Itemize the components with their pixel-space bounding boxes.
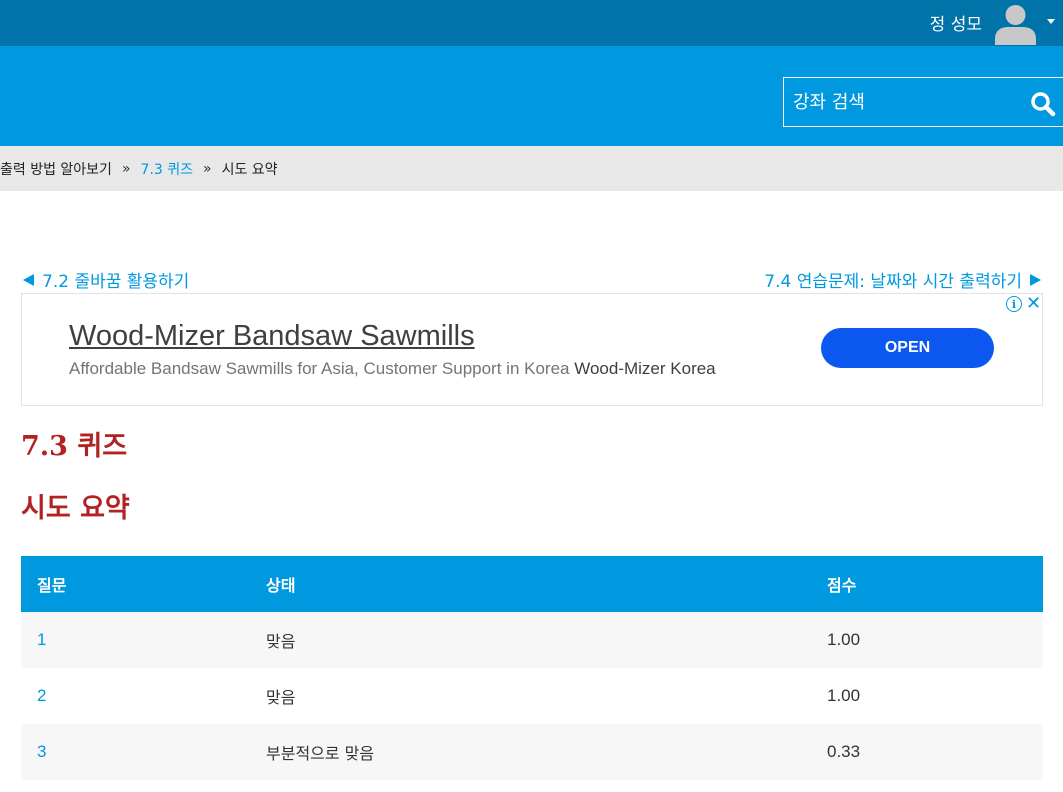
- triangle-left-icon: [23, 273, 34, 286]
- site-header: [0, 46, 1063, 146]
- breadcrumb-item-current: 시도 요약: [221, 161, 278, 178]
- search-input[interactable]: [784, 78, 1020, 126]
- table-header-row: 질문 상태 점수: [21, 556, 1043, 612]
- user-avatar-icon[interactable]: [993, 1, 1038, 45]
- caret-down-icon[interactable]: [1047, 19, 1055, 24]
- user-name[interactable]: 정 성모: [930, 10, 982, 35]
- column-header-score: 점수: [827, 576, 857, 595]
- next-activity-label: 7.4 연습문제: 날짜와 시간 출력하기: [764, 272, 1022, 292]
- breadcrumb-item-quiz[interactable]: 7.3 퀴즈: [141, 159, 193, 179]
- question-score: 0.33: [827, 742, 861, 761]
- table-row: 2 맞음 1.00: [21, 668, 1043, 724]
- table-row: 3 부분적으로 맞음 0.33: [21, 724, 1043, 780]
- prev-activity-link[interactable]: 7.2 줄바꿈 활용하기: [23, 267, 189, 292]
- question-number-link[interactable]: 3: [37, 742, 46, 762]
- attempt-summary-table: 질문 상태 점수 1 맞음 1.00 2 맞음 1.00 3 부분적으로 맞음 …: [21, 556, 1043, 780]
- summary-title: 시도 요약: [21, 493, 130, 524]
- search-box: [783, 77, 1063, 127]
- info-icon[interactable]: i: [1006, 296, 1022, 312]
- search-icon[interactable]: [1029, 90, 1057, 118]
- ad-open-button[interactable]: OPEN: [821, 328, 994, 368]
- ad-banner[interactable]: Wood-Mizer Bandsaw Sawmills Affordable B…: [21, 293, 1043, 406]
- ad-advertiser: Wood-Mizer Korea: [574, 359, 716, 378]
- question-status: 맞음: [266, 688, 296, 707]
- close-icon[interactable]: ✕: [1026, 293, 1041, 314]
- question-score: 1.00: [827, 686, 861, 705]
- ad-description: Affordable Bandsaw Sawmills for Asia, Cu…: [69, 359, 716, 379]
- breadcrumb-separator: »: [203, 160, 212, 177]
- ad-description-text: Affordable Bandsaw Sawmills for Asia, Cu…: [69, 359, 570, 378]
- question-number-link[interactable]: 1: [37, 630, 46, 650]
- column-header-status: 상태: [266, 576, 296, 595]
- question-score: 1.00: [827, 630, 861, 649]
- prev-activity-label: 7.2 줄바꿈 활용하기: [42, 272, 190, 292]
- column-header-question: 질문: [37, 576, 67, 595]
- triangle-right-icon: [1030, 273, 1041, 286]
- ad-title[interactable]: Wood-Mizer Bandsaw Sawmills: [69, 320, 475, 353]
- question-number-link[interactable]: 2: [37, 686, 46, 706]
- table-row: 1 맞음 1.00: [21, 612, 1043, 668]
- question-status: 맞음: [266, 632, 296, 651]
- breadcrumb: 출력 방법 알아보기 » 7.3 퀴즈 » 시도 요약: [0, 146, 1063, 191]
- next-activity-link[interactable]: 7.4 연습문제: 날짜와 시간 출력하기: [764, 267, 1041, 292]
- breadcrumb-separator: »: [121, 160, 131, 177]
- quiz-title: 7.3 퀴즈: [21, 431, 128, 462]
- breadcrumb-item-course[interactable]: 출력 방법 알아보기: [0, 159, 112, 179]
- question-status: 부분적으로 맞음: [266, 744, 375, 763]
- top-bar: 정 성모: [0, 0, 1063, 46]
